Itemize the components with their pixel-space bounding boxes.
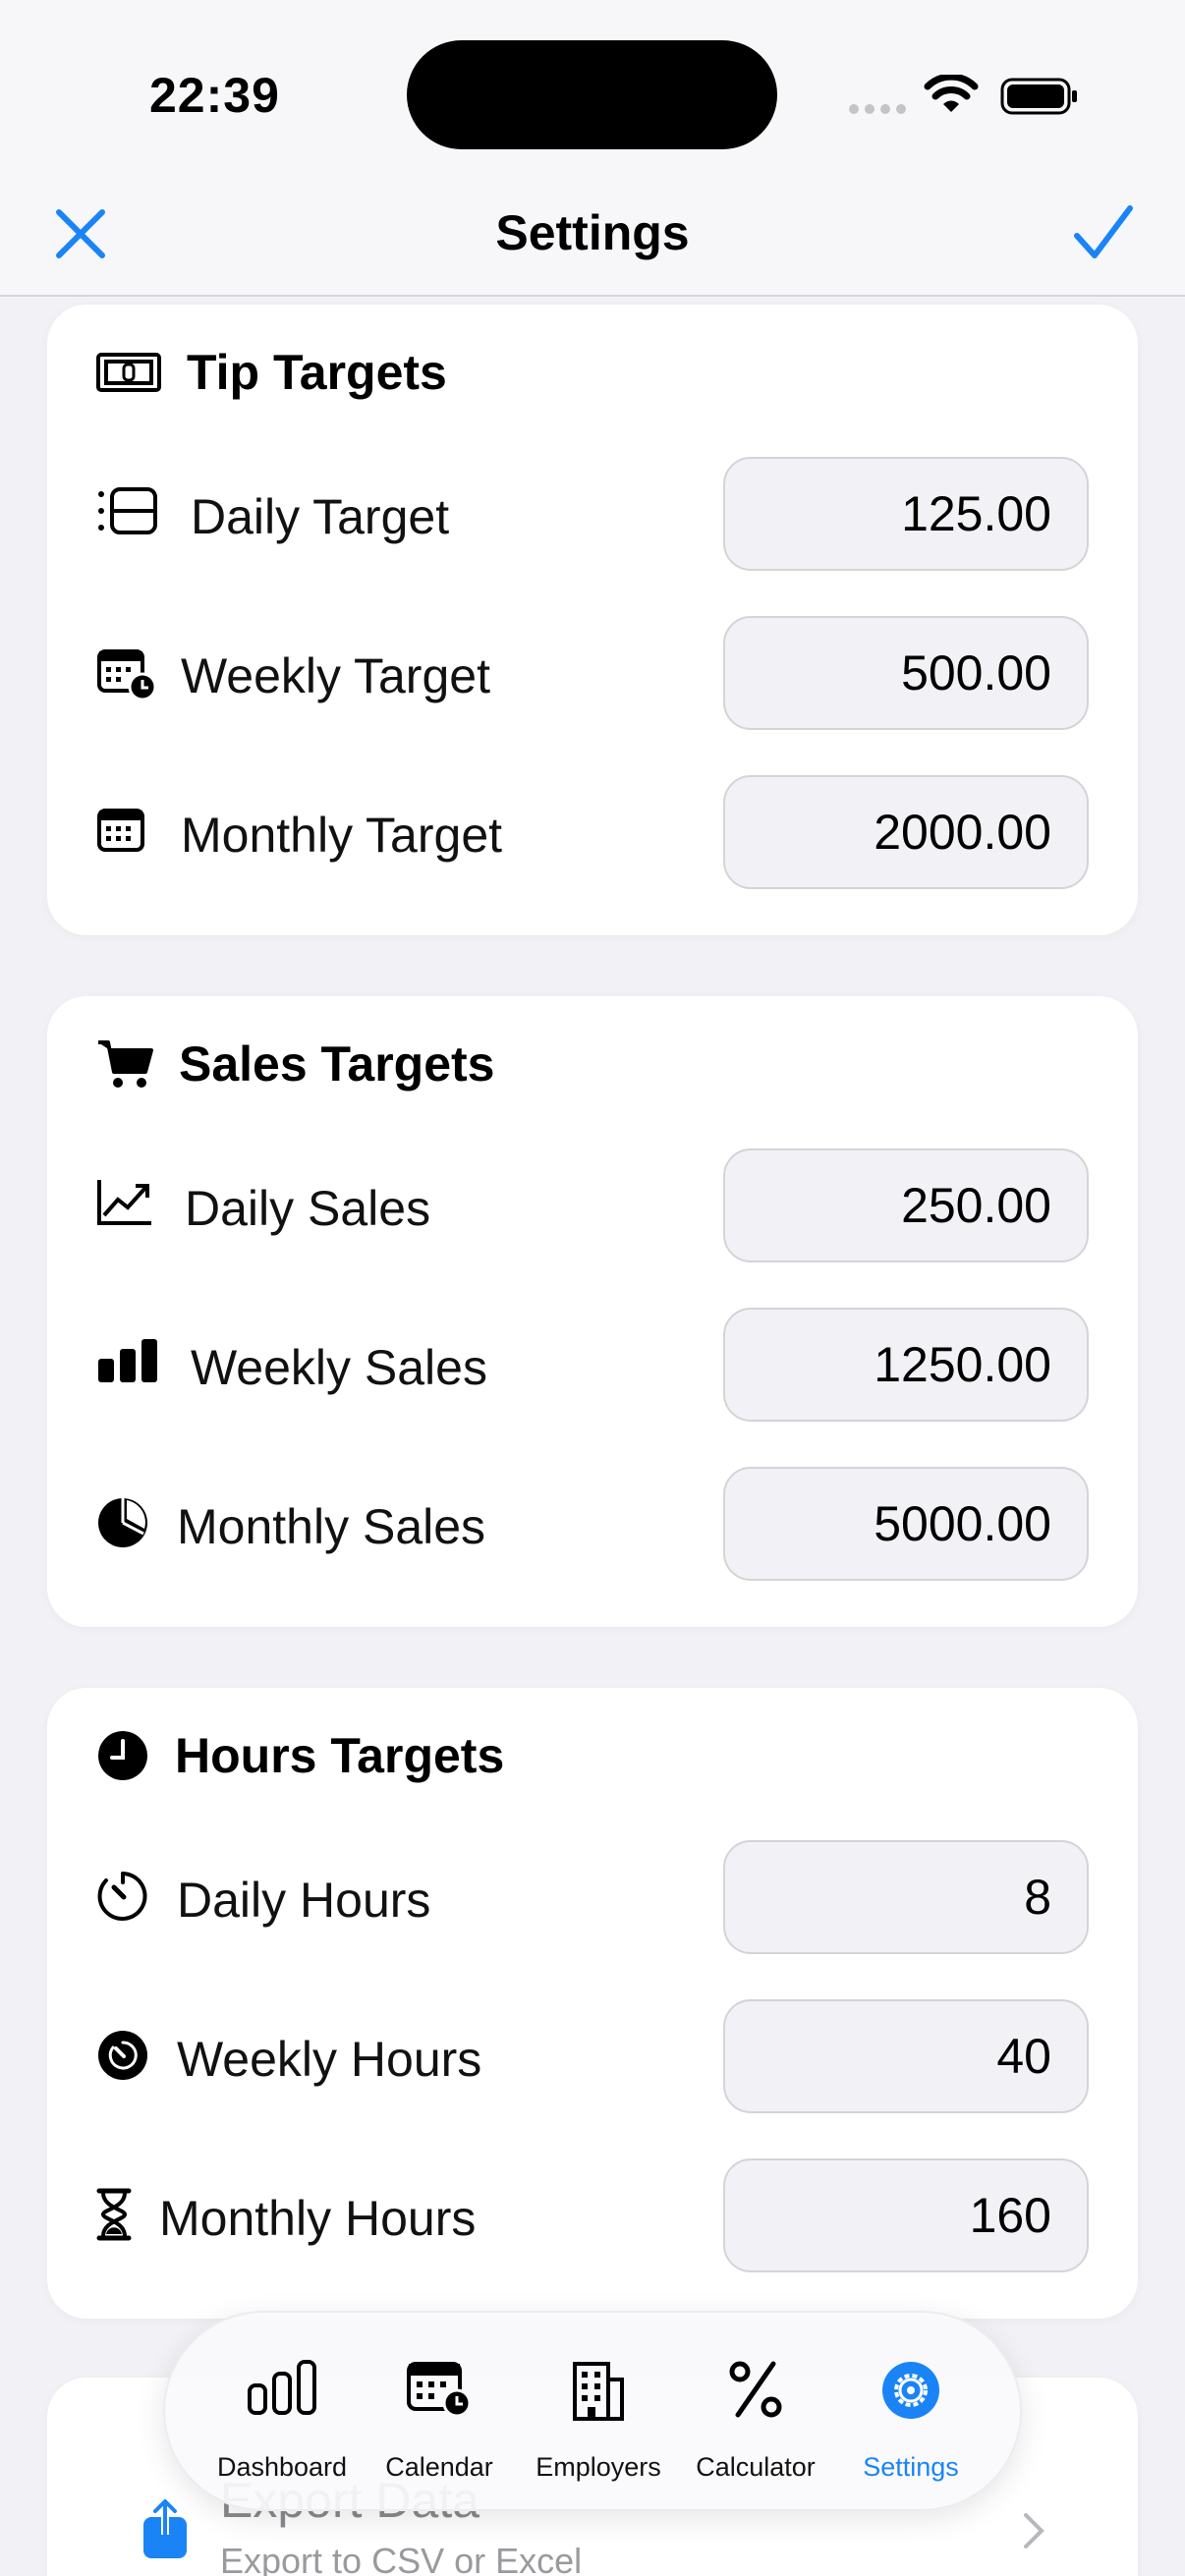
tip-targets-header: Tip Targets [96,344,447,401]
chevron-right-icon [1024,2513,1044,2548]
weekly-hours-input[interactable]: 40 [723,1999,1089,2113]
checkmark-icon[interactable] [1071,200,1136,265]
monthly-sales-row: Monthly Sales 5000.00 [96,1467,1089,1581]
hours-targets-card: Hours Targets Daily Hours 8 Weekly Hours… [47,1688,1138,2319]
pie-chart-icon [98,1498,147,1547]
clock-icon [98,1731,147,1780]
battery-icon [1000,78,1077,115]
tab-calculator[interactable]: Calculator [672,2313,839,2513]
monthly-hours-label: Monthly Hours [159,2191,477,2246]
page-title: Settings [495,205,690,260]
list-icon [98,487,157,534]
monthly-target-row: Monthly Target 2000.00 [96,775,1089,889]
cart-icon [98,1040,153,1088]
dynamic-island [407,40,777,149]
hourglass-icon [96,2188,132,2241]
tab-employers[interactable]: Employers [515,2313,682,2513]
weekly-sales-label: Weekly Sales [191,1340,487,1395]
daily-target-row: Daily Target 125.00 [96,457,1089,571]
calendar-icon [407,2362,472,2417]
nav-bar: Settings [0,187,1185,297]
wifi-icon [924,75,979,112]
daily-hours-row: Daily Hours 8 [96,1840,1089,1954]
daily-target-input[interactable]: 125.00 [723,457,1089,571]
tab-settings[interactable]: Settings [827,2313,994,2513]
monthly-sales-label: Monthly Sales [177,1499,486,1554]
tab-bar: Dashboard Calendar Employers Calculator … [163,2311,1022,2511]
percent-icon [729,2361,782,2418]
gear-icon [882,2362,939,2419]
tip-targets-title: Tip Targets [187,345,447,400]
tab-calendar[interactable]: Calendar [356,2313,523,2513]
sales-targets-card: Sales Targets Daily Sales 250.00 Weekly … [47,996,1138,1627]
weekly-hours-row: Weekly Hours 40 [96,1999,1089,2113]
sales-targets-header: Sales Targets [96,1036,494,1092]
monthly-target-input[interactable]: 2000.00 [723,775,1089,889]
bar-chart-icon [248,2360,316,2415]
daily-hours-input[interactable]: 8 [723,1840,1089,1954]
daily-hours-label: Daily Hours [177,1873,431,1928]
calendar-icon [97,809,144,852]
hours-targets-title: Hours Targets [175,1728,505,1783]
timer-icon [97,1872,147,1921]
trend-chart-icon [97,1180,151,1225]
weekly-sales-row: Weekly Sales 1250.00 [96,1308,1089,1422]
daily-sales-row: Daily Sales 250.00 [96,1148,1089,1262]
status-time: 22:39 [149,68,280,123]
daily-target-label: Daily Target [191,489,450,544]
tab-settings-label: Settings [863,2452,959,2482]
daily-sales-label: Daily Sales [185,1181,431,1236]
banknote-icon [96,353,161,392]
share-icon [143,2499,187,2558]
building-icon [573,2362,624,2421]
weekly-hours-label: Weekly Hours [177,2032,482,2087]
export-data-subtitle: Export to CSV or Excel [220,2541,583,2576]
monthly-hours-row: Monthly Hours 160 [96,2158,1089,2272]
calendar-clock-icon [97,649,157,700]
monthly-target-label: Monthly Target [181,808,503,863]
monthly-hours-input[interactable]: 160 [723,2158,1089,2272]
signal-icon [849,104,906,114]
weekly-target-input[interactable]: 500.00 [723,616,1089,730]
weekly-target-label: Weekly Target [181,648,490,703]
sales-targets-title: Sales Targets [179,1036,495,1092]
weekly-target-row: Weekly Target 500.00 [96,616,1089,730]
monthly-sales-input[interactable]: 5000.00 [723,1467,1089,1581]
tab-dashboard[interactable]: Dashboard [198,2313,366,2513]
hours-targets-header: Hours Targets [96,1727,504,1784]
status-bar: 22:39 [0,0,1185,187]
bar-chart-icon [98,1339,157,1382]
daily-sales-input[interactable]: 250.00 [723,1148,1089,1262]
tip-targets-card: Tip Targets Daily Target 125.00 Weekly T… [47,305,1138,935]
weekly-sales-input[interactable]: 1250.00 [723,1308,1089,1422]
timer-filled-icon [98,2031,147,2080]
